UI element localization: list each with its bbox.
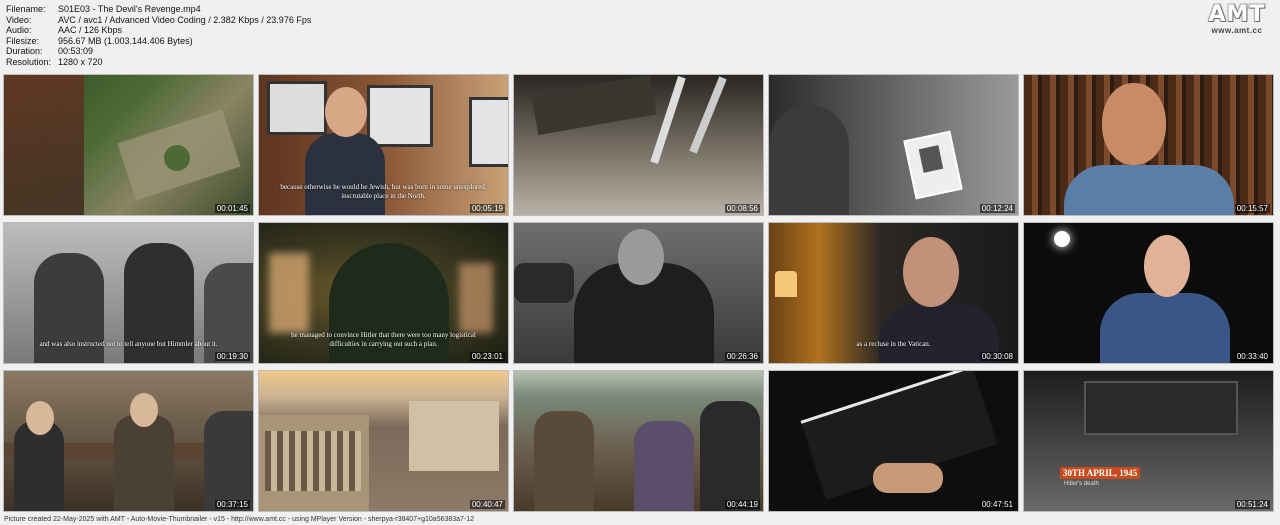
filename-value: S01E03 - The Devil's Revenge.mp4 <box>58 4 201 14</box>
thumbnail-timestamp: 00:26:36 <box>724 352 760 361</box>
thumbnail-timestamp: 00:12:24 <box>979 204 1015 213</box>
resolution-label: Resolution: <box>6 56 52 67</box>
thumbnail-timestamp: 00:08:56 <box>724 204 760 213</box>
resolution-value: 1280 x 720 <box>58 56 103 67</box>
thumbnail[interactable]: 00:15:57 <box>1023 74 1274 216</box>
thumbnail[interactable]: because otherwise he would be Jewish, bu… <box>258 74 509 216</box>
thumbnail-timestamp: 00:44:19 <box>724 500 760 509</box>
file-info: Filename: S01E03 - The Devil's Revenge.mp… <box>6 4 311 68</box>
thumbnail[interactable]: 00:01:45 <box>3 74 254 216</box>
thumbnail-timestamp: 00:37:15 <box>214 500 250 509</box>
filename-label: Filename: <box>6 4 46 14</box>
thumbnail-timestamp: 00:30:08 <box>979 352 1015 361</box>
thumbnail[interactable]: 00:08:56 <box>513 74 764 216</box>
thumbnail[interactable]: and was also instructed not to tell anyo… <box>3 222 254 364</box>
thumbnail[interactable]: 00:26:36 <box>513 222 764 364</box>
thumbnail[interactable]: 00:47:51 <box>768 370 1019 512</box>
video-value: AVC / avc1 / Advanced Video Coding / 2.3… <box>58 14 312 25</box>
thumbnail-timestamp: 00:40:47 <box>469 500 505 509</box>
audio-value: AAC / 126 Kbps <box>58 25 123 36</box>
thumbnail-timestamp: 00:01:45 <box>214 204 250 213</box>
thumbnail-timestamp: 00:05:19 <box>469 204 505 213</box>
logo-text: AMT <box>1208 2 1266 27</box>
filesize-label: Filesize: <box>6 35 40 46</box>
thumbnail-subtitle: he managed to convince Hitler that there… <box>291 331 476 348</box>
thumbnail[interactable]: 30TH APRIL, 1945 Hitler's death 00:51:24 <box>1023 370 1274 512</box>
thumbnail-timestamp: 00:19:30 <box>214 352 250 361</box>
footer-credit: Picture created 22-May-2025 with AMT - A… <box>4 516 475 523</box>
thumbnail-subtitle: and was also instructed not to tell anyo… <box>39 340 218 348</box>
thumbnail[interactable]: 00:44:19 <box>513 370 764 512</box>
thumbnail[interactable]: 00:12:24 <box>768 74 1019 216</box>
logo-url: www.amt.cc <box>1211 26 1263 35</box>
thumbnail[interactable]: 00:40:47 <box>258 370 509 512</box>
thumbnail[interactable]: 00:37:15 <box>3 370 254 512</box>
thumbnail-timestamp: 00:51:24 <box>1234 500 1270 509</box>
video-label: Video: <box>6 14 32 25</box>
thumbnail[interactable]: as a recluse in the Vatican. 00:30:08 <box>768 222 1019 364</box>
caption-place: Hitler's death <box>1064 481 1099 487</box>
duration-value: 00:53:09 <box>58 46 94 57</box>
filesize-value: 956.67 MB (1.003.144.406 Bytes) <box>58 35 193 46</box>
thumbnail-timestamp: 00:23:01 <box>469 352 505 361</box>
thumbnail-timestamp: 00:33:40 <box>1234 352 1270 361</box>
amt-logo: AMT www.amt.cc <box>1202 2 1272 36</box>
thumbnail-timestamp: 00:47:51 <box>979 500 1015 509</box>
caption-date: 30TH APRIL, 1945 <box>1060 467 1141 479</box>
duration-label: Duration: <box>6 46 43 57</box>
audio-label: Audio: <box>6 25 32 36</box>
thumbnail[interactable]: he managed to convince Hitler that there… <box>258 222 509 364</box>
thumbnail[interactable]: 00:33:40 <box>1023 222 1274 364</box>
thumbnail-timestamp: 00:15:57 <box>1234 204 1270 213</box>
thumbnail-subtitle: because otherwise he would be Jewish, bu… <box>280 183 487 200</box>
thumbnail-grid: 00:01:45 because otherwise he would be J… <box>3 74 1274 512</box>
thumbnail-subtitle: as a recluse in the Vatican. <box>856 340 931 348</box>
